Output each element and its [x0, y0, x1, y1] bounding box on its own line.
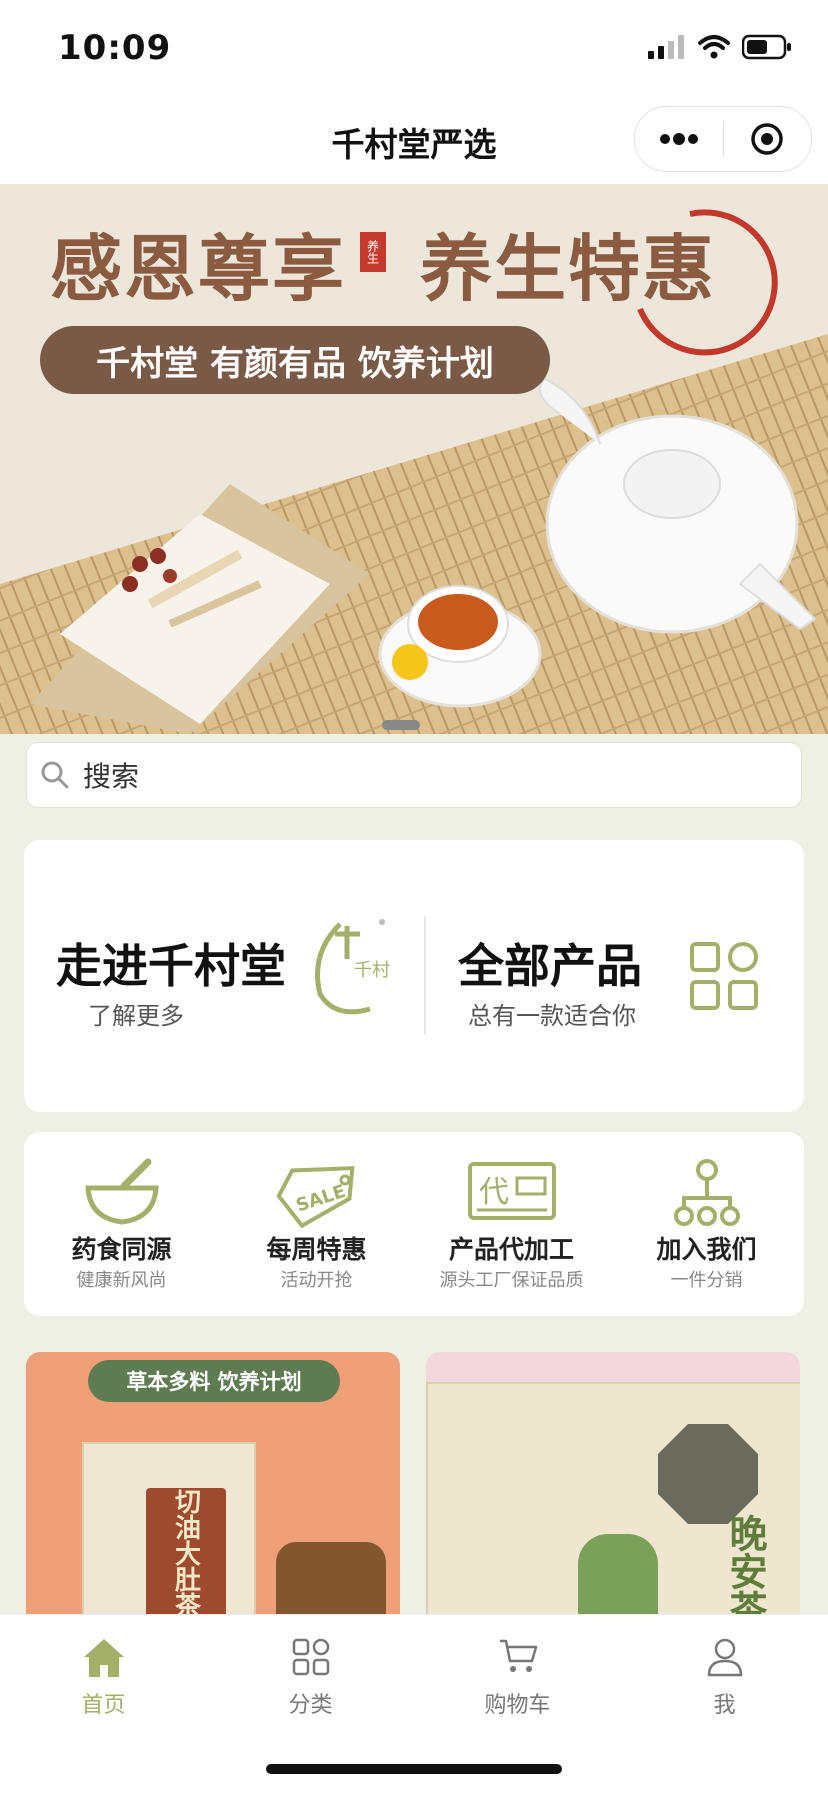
mortar-pestle-icon — [84, 1158, 159, 1225]
product-ribbon: 草本多料 饮养计划 — [88, 1360, 340, 1402]
category-icon — [292, 1638, 329, 1676]
feature-title: 每周特惠 — [266, 1235, 367, 1264]
product-image: 晚安茶 — [426, 1382, 800, 1632]
product-card[interactable]: 草本多料 饮养计划 切油大肚茶 — [26, 1352, 400, 1632]
nav-bar: 千村堂严选 — [0, 96, 828, 184]
about-entry[interactable]: 走进千村堂 了解更多 千村堂 — [24, 840, 424, 1112]
feature-row: 药食同源 健康新风尚 SALE 每周特惠 活动开抢 代 产品代加工 源头工厂保证… — [24, 1132, 804, 1316]
banner-slogan-right: 养生特惠 — [420, 226, 717, 311]
target-icon — [751, 123, 783, 155]
search-input[interactable]: 搜索 — [26, 742, 802, 808]
all-products-title: 全部产品 — [458, 939, 642, 993]
promo-banner[interactable]: 感恩尊享 养生 养生特惠 千村堂 有颜有品 饮养计划 — [0, 184, 828, 734]
tab-label: 我 — [713, 1693, 736, 1718]
wifi-icon — [698, 35, 730, 59]
signal-icon — [648, 35, 684, 59]
tab-home[interactable]: 首页 — [0, 1625, 207, 1721]
about-subtitle: 了解更多 — [88, 1002, 184, 1030]
product-grid: 草本多料 饮养计划 切油大肚茶 晚安茶 — [0, 1334, 828, 1632]
home-icon — [83, 1639, 124, 1677]
feature-item[interactable]: 代 产品代加工 源头工厂保证品质 — [414, 1132, 609, 1316]
mini-program-capsule — [634, 106, 812, 172]
tab-me[interactable]: 我 — [621, 1625, 828, 1721]
more-dots-icon — [659, 133, 698, 145]
tab-label: 分类 — [288, 1693, 333, 1718]
status-bar: 10:09 — [0, 0, 828, 96]
brand-logo: 千村堂 — [315, 919, 390, 1015]
feature-title: 加入我们 — [656, 1235, 757, 1264]
search-placeholder: 搜索 — [83, 760, 140, 793]
search-icon — [41, 761, 69, 789]
banner-ribbon: 千村堂 有颜有品 饮养计划 — [40, 326, 550, 394]
user-icon — [707, 1638, 742, 1677]
tab-category[interactable]: 分类 — [207, 1625, 414, 1721]
product-image: 切油大肚茶 — [82, 1442, 256, 1632]
more-button[interactable] — [635, 107, 723, 171]
network-icon — [673, 1159, 740, 1226]
feature-item[interactable]: SALE 每周特惠 活动开抢 — [219, 1132, 414, 1316]
brand-logo-text: 千村堂 — [354, 960, 390, 981]
status-icons — [648, 34, 792, 60]
feature-item[interactable]: 加入我们 一件分销 — [609, 1132, 804, 1316]
product-window-art — [658, 1424, 758, 1524]
home-indicator — [266, 1764, 562, 1774]
product-box-label: 晚安茶 — [723, 1514, 768, 1628]
about-title: 走进千村堂 — [56, 939, 286, 993]
banner-slogan-left: 感恩尊享 — [50, 226, 347, 311]
sale-tag-text: SALE — [293, 1181, 348, 1217]
all-products-entry[interactable]: 全部产品 总有一款适合你 — [426, 840, 804, 1112]
grid-icon — [690, 942, 758, 1010]
sale-tag-icon: SALE — [275, 1166, 354, 1228]
all-products-subtitle: 总有一款适合你 — [468, 1002, 636, 1030]
search-section: 搜索 — [0, 734, 828, 816]
feature-subtitle: 活动开抢 — [280, 1270, 353, 1291]
tab-cart[interactable]: 购物车 — [414, 1625, 621, 1721]
feature-subtitle: 源头工厂保证品质 — [439, 1270, 584, 1291]
cart-icon — [499, 1639, 537, 1672]
close-mini-program-button[interactable] — [724, 107, 812, 171]
tab-label: 首页 — [81, 1693, 126, 1718]
banner-seal: 养生 — [360, 232, 386, 272]
processing-card-text: 代 — [479, 1175, 509, 1210]
feature-subtitle: 健康新风尚 — [76, 1270, 167, 1291]
feature-subtitle: 一件分销 — [670, 1270, 743, 1291]
product-card[interactable]: 晚安茶 — [426, 1352, 800, 1632]
tab-label: 购物车 — [484, 1693, 551, 1718]
feature-title: 产品代加工 — [448, 1235, 574, 1264]
status-time: 10:09 — [58, 28, 172, 68]
feature-item[interactable]: 药食同源 健康新风尚 — [24, 1132, 219, 1316]
product-box-label: 切油大肚茶 — [146, 1488, 226, 1618]
processing-card-icon: 代 — [467, 1162, 556, 1220]
battery-icon — [742, 34, 791, 60]
feature-title: 药食同源 — [71, 1235, 172, 1264]
intro-card: 走进千村堂 了解更多 千村堂 全部产品 总有一款适合你 — [24, 840, 804, 1112]
